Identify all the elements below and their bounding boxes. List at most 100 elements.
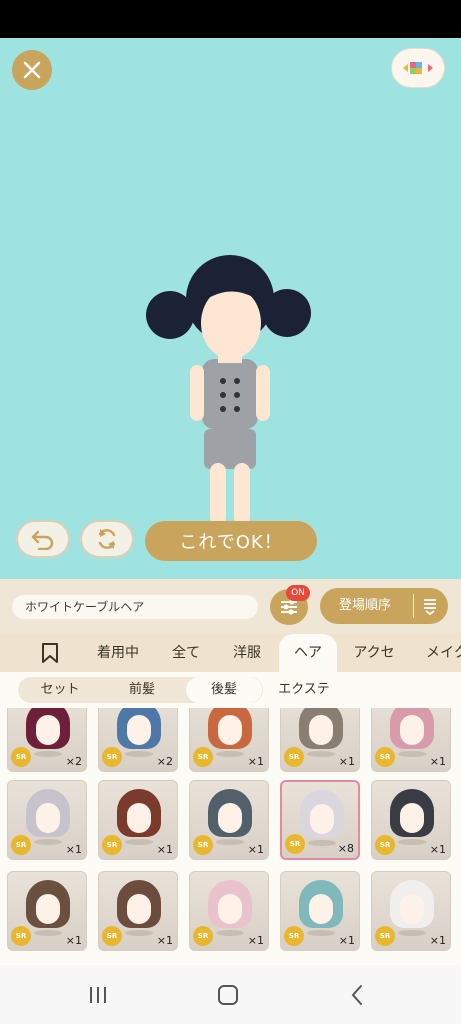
hair-subtabs: セット 前髪 後髪 エクステ	[0, 672, 461, 708]
tab-hair[interactable]: ヘア	[279, 634, 337, 672]
rarity-badge: SR	[193, 835, 213, 855]
hair-item-card[interactable]: SR ×8	[280, 780, 360, 860]
tab-bookmark[interactable]	[24, 634, 76, 672]
mannequin-face	[400, 715, 424, 745]
rarity-badge: SR	[284, 747, 304, 767]
mannequin-face	[309, 715, 333, 745]
mannequin-stand	[307, 751, 335, 757]
hair-item-card[interactable]: SR ×1	[371, 871, 451, 951]
hair-item-card[interactable]: SR ×2	[98, 708, 178, 772]
hair-item-card[interactable]: SR ×1	[7, 780, 87, 860]
item-count: ×2	[156, 755, 173, 768]
hair-item-card[interactable]: SR ×1	[98, 871, 178, 951]
mannequin-stand	[34, 751, 62, 757]
hair-item-card[interactable]: SR ×1	[280, 871, 360, 951]
rarity-badge: SR	[193, 747, 213, 767]
tab-clothes[interactable]: 洋服	[222, 634, 272, 672]
mannequin-face	[218, 715, 242, 745]
rarity-badge: SR	[102, 747, 122, 767]
mannequin-face	[36, 894, 60, 924]
hair-item-card[interactable]: SR ×1	[371, 708, 451, 772]
mannequin-stand	[216, 751, 244, 757]
item-grid: SR ×2 SR ×2 SR ×1 SR ×1 SR ×1 SR ×1 SR ×1 SR ×1 SR ×8 SR ×1…	[0, 708, 461, 965]
sort-button[interactable]: 登場順序	[320, 588, 448, 624]
hair-item-card[interactable]: SR ×1	[371, 780, 451, 860]
rarity-badge: SR	[375, 747, 395, 767]
item-count: ×1	[247, 843, 264, 856]
mannequin-face	[127, 803, 151, 833]
rarity-badge: SR	[375, 926, 395, 946]
mannequin-face	[36, 803, 60, 833]
hair-item-card[interactable]: SR ×2	[7, 708, 87, 772]
sort-label: 登場順序	[339, 598, 392, 613]
hair-item-card[interactable]: SR ×1	[189, 871, 269, 951]
mannequin-stand	[125, 930, 153, 936]
subtab-extensions[interactable]: エクステ	[270, 677, 338, 703]
item-toolbar: ホワイトケーブルヘア ON 登場順序	[0, 579, 461, 634]
subtab-set[interactable]: セット	[26, 677, 94, 703]
rarity-badge: SR	[102, 835, 122, 855]
filter-on-badge: ON	[286, 585, 310, 601]
hair-item-card[interactable]: SR ×1	[98, 780, 178, 860]
undo-button[interactable]	[16, 520, 70, 558]
item-count: ×1	[429, 755, 446, 768]
item-count: ×1	[65, 934, 82, 947]
rarity-badge: SR	[284, 926, 304, 946]
item-count: ×1	[65, 843, 82, 856]
rarity-badge: SR	[193, 926, 213, 946]
recent-apps-icon[interactable]	[86, 983, 110, 1007]
rarity-badge: SR	[11, 926, 31, 946]
home-icon[interactable]	[216, 983, 240, 1007]
hair-item-card[interactable]: SR ×1	[280, 708, 360, 772]
rarity-badge: SR	[375, 835, 395, 855]
selected-item-name: ホワイトケーブルヘア	[12, 595, 258, 619]
avatar-figure	[146, 255, 311, 531]
close-button[interactable]	[12, 50, 52, 90]
subtab-bangs[interactable]: 前髪	[108, 677, 176, 703]
confirm-ok-button[interactable]: これでOK！	[145, 521, 317, 561]
mannequin-stand	[398, 839, 426, 845]
bookmark-icon	[42, 643, 58, 663]
hair-item-card[interactable]: SR ×1	[189, 708, 269, 772]
item-count: ×1	[338, 934, 355, 947]
close-icon	[23, 61, 41, 79]
color-cube-icon	[403, 62, 433, 74]
hair-item-card[interactable]: SR ×1	[7, 871, 87, 951]
back-icon[interactable]	[346, 983, 370, 1007]
hair-item-card[interactable]: SR ×1	[189, 780, 269, 860]
mannequin-face	[218, 803, 242, 833]
status-bar	[0, 0, 461, 38]
color-cube-button[interactable]	[391, 48, 445, 88]
mannequin-stand	[216, 839, 244, 845]
mannequin-face	[218, 894, 242, 924]
mannequin-stand	[308, 840, 336, 846]
sort-order-icon[interactable]	[422, 597, 438, 615]
rarity-badge: SR	[102, 926, 122, 946]
tab-all[interactable]: 全て	[160, 634, 212, 672]
mannequin-face	[400, 803, 424, 833]
tab-makeup[interactable]: メイク	[416, 634, 461, 672]
item-count: ×8	[337, 842, 354, 855]
refresh-icon	[98, 529, 116, 549]
tab-wearing[interactable]: 着用中	[86, 634, 150, 672]
item-count: ×2	[65, 755, 82, 768]
rarity-badge: SR	[11, 835, 31, 855]
mannequin-face	[310, 804, 334, 834]
mannequin-face	[309, 894, 333, 924]
item-count: ×1	[429, 843, 446, 856]
mannequin-stand	[125, 839, 153, 845]
rarity-badge: SR	[285, 834, 305, 854]
item-count: ×1	[247, 934, 264, 947]
mannequin-face	[36, 715, 60, 745]
item-count: ×1	[338, 755, 355, 768]
system-nav-bar	[0, 965, 461, 1024]
tab-accessories[interactable]: アクセ	[342, 634, 406, 672]
refresh-button[interactable]	[80, 520, 134, 558]
item-count: ×1	[247, 755, 264, 768]
mannequin-stand	[125, 751, 153, 757]
item-count: ×1	[156, 934, 173, 947]
avatar-stage: これでOK！	[0, 38, 461, 579]
sort-divider	[413, 594, 414, 618]
subtab-back-hair[interactable]: 後髪	[186, 677, 262, 703]
mannequin-face	[127, 715, 151, 745]
